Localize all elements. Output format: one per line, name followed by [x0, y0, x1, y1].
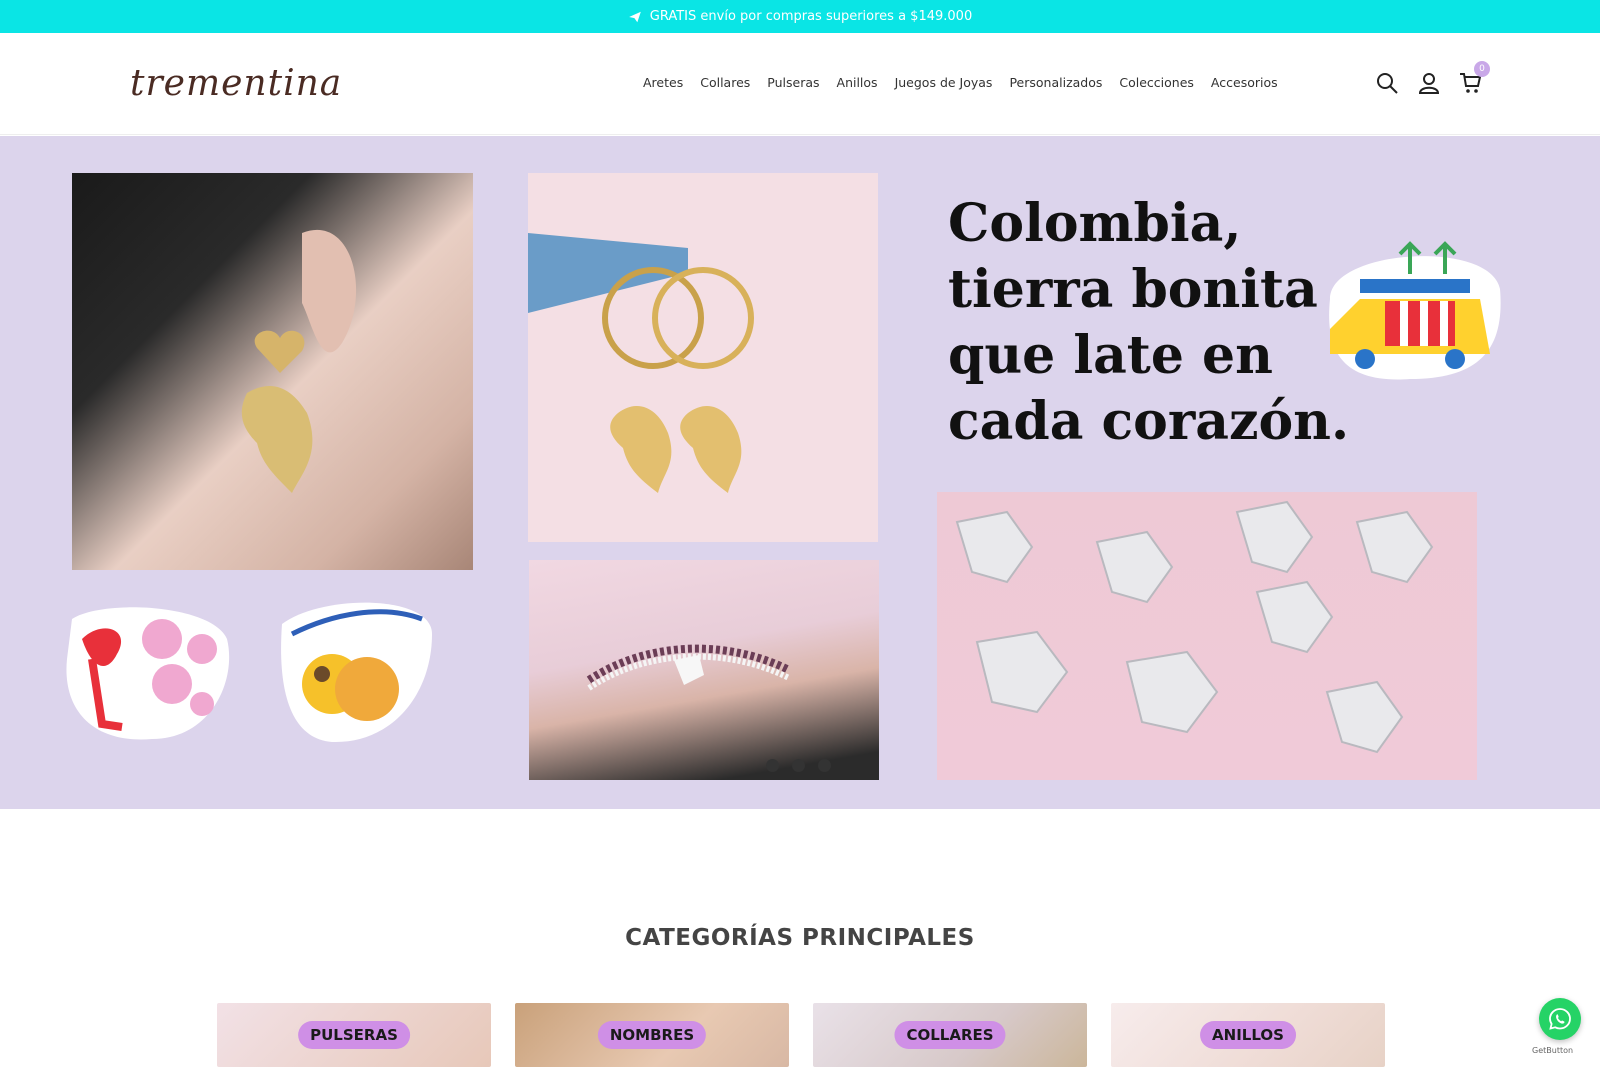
- category-card-nombres[interactable]: NOMBRES: [515, 1003, 789, 1067]
- nav-juegos-de-joyas[interactable]: Juegos de Joyas: [895, 75, 993, 90]
- category-label: NOMBRES: [597, 1021, 707, 1049]
- whatsapp-button[interactable]: [1539, 998, 1581, 1040]
- hoop-earrings-photo: [528, 173, 878, 542]
- whatsapp-icon: [1549, 1008, 1571, 1030]
- sloth-sticker: [272, 594, 440, 744]
- category-card-collares[interactable]: COLLARES: [813, 1003, 1087, 1067]
- nav-pulseras[interactable]: Pulseras: [767, 75, 819, 90]
- hero-banner[interactable]: Colombia, tierra bonita que late en cada…: [0, 136, 1600, 809]
- nav-accesorios[interactable]: Accesorios: [1211, 75, 1278, 90]
- bracelet-photo: [529, 560, 879, 780]
- category-card-anillos[interactable]: ANILLOS: [1111, 1003, 1385, 1067]
- orchid-sticker: [62, 599, 232, 744]
- hero-title-line: que late en: [948, 325, 1273, 386]
- categories-title: CATEGORÍAS PRINCIPALES: [625, 925, 975, 951]
- header-actions: 0: [1375, 61, 1490, 95]
- carousel-dots: [766, 759, 831, 772]
- earring-photo: [72, 173, 473, 570]
- category-label: PULSERAS: [298, 1021, 410, 1049]
- nav-aretes[interactable]: Aretes: [643, 75, 683, 90]
- hero-title: Colombia, tierra bonita que late en cada…: [948, 191, 1408, 455]
- cart-icon[interactable]: 0: [1459, 61, 1490, 95]
- getbutton-label[interactable]: GetButton: [1532, 1046, 1573, 1055]
- account-icon[interactable]: [1417, 71, 1441, 95]
- carousel-dot-1[interactable]: [766, 759, 779, 772]
- nav-personalizados[interactable]: Personalizados: [1009, 75, 1102, 90]
- nav-collares[interactable]: Collares: [700, 75, 750, 90]
- carousel-dot-3[interactable]: [818, 759, 831, 772]
- category-label: ANILLOS: [1200, 1021, 1296, 1049]
- main-nav: Aretes Collares Pulseras Anillos Juegos …: [643, 75, 1278, 90]
- hero-title-line: tierra bonita: [948, 259, 1318, 320]
- nav-colecciones[interactable]: Colecciones: [1119, 75, 1194, 90]
- promo-text: GRATIS envío por compras superiores a $1…: [649, 9, 973, 24]
- paper-plane-icon: [628, 11, 641, 22]
- nav-anillos[interactable]: Anillos: [837, 75, 878, 90]
- logo[interactable]: trementina: [130, 63, 342, 104]
- cart-count-badge: 0: [1474, 61, 1490, 77]
- charms-photo: [937, 492, 1477, 780]
- search-icon[interactable]: [1375, 71, 1399, 95]
- category-cards: PULSERAS NOMBRES COLLARES ANILLOS: [217, 1003, 1385, 1067]
- category-label: COLLARES: [894, 1021, 1006, 1049]
- hero-title-line: Colombia,: [948, 193, 1242, 254]
- hero-title-line: cada corazón.: [948, 391, 1350, 452]
- category-card-pulseras[interactable]: PULSERAS: [217, 1003, 491, 1067]
- carousel-dot-2[interactable]: [792, 759, 805, 772]
- site-header: trementina Aretes Collares Pulseras Anil…: [0, 33, 1600, 135]
- promo-bar: GRATIS envío por compras superiores a $1…: [0, 0, 1600, 33]
